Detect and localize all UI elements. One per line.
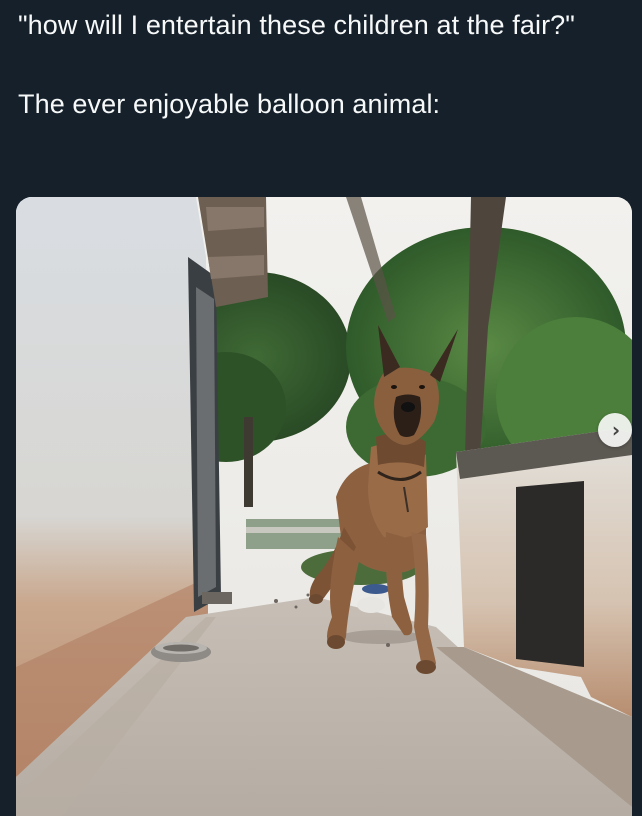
carousel-next-button[interactable]: › [598, 413, 632, 447]
post-text-caption: The ever enjoyable balloon animal: [18, 89, 441, 119]
post-text: "how will I entertain these children at … [18, 6, 618, 123]
post-text-quote: "how will I entertain these children at … [18, 10, 575, 40]
post-media-photo[interactable] [16, 197, 632, 816]
chevron-right-icon: › [611, 418, 621, 442]
dog-photo [16, 197, 632, 816]
post-page: "how will I entertain these children at … [0, 0, 642, 816]
